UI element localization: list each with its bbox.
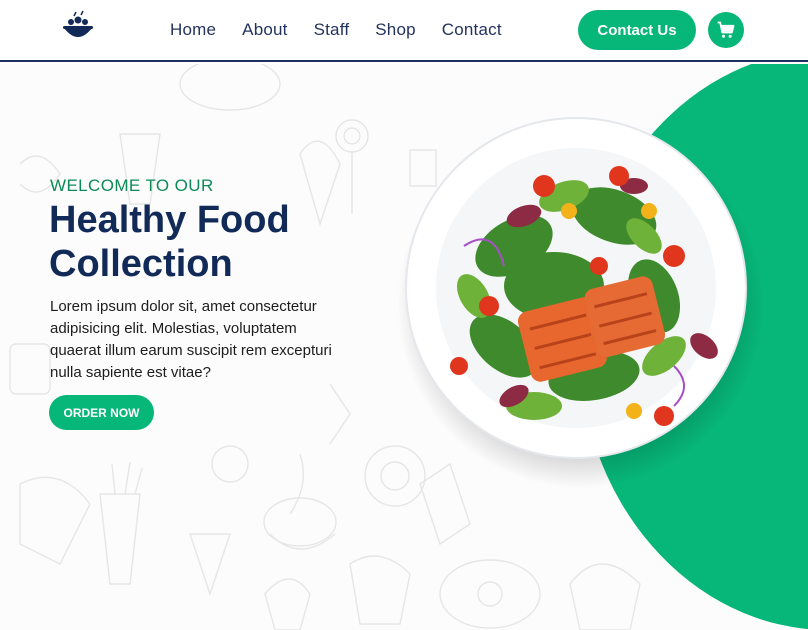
salad-plate-image — [405, 117, 747, 459]
hero-title: Healthy Food Collection — [49, 199, 290, 285]
cart-button[interactable] — [708, 12, 744, 48]
order-now-button[interactable]: ORDER NOW — [49, 395, 154, 430]
main-nav: Home About Staff Shop Contact — [170, 20, 528, 40]
nav-staff[interactable]: Staff — [314, 20, 350, 40]
cart-icon — [717, 21, 735, 38]
hero-description: Lorem ipsum dolor sit, amet consectetur … — [50, 298, 332, 381]
nav-home[interactable]: Home — [170, 20, 216, 40]
contact-us-button[interactable]: Contact Us — [578, 10, 696, 50]
salad-bowl-logo[interactable] — [60, 10, 96, 46]
hero-section: WELCOME TO OUR Healthy Food Collection L… — [0, 64, 808, 630]
hero-welcome: WELCOME TO OUR — [50, 176, 214, 195]
nav-about[interactable]: About — [242, 20, 287, 40]
site-header: Home About Staff Shop Contact Contact Us — [0, 0, 808, 62]
nav-shop[interactable]: Shop — [375, 20, 416, 40]
nav-contact[interactable]: Contact — [442, 20, 502, 40]
